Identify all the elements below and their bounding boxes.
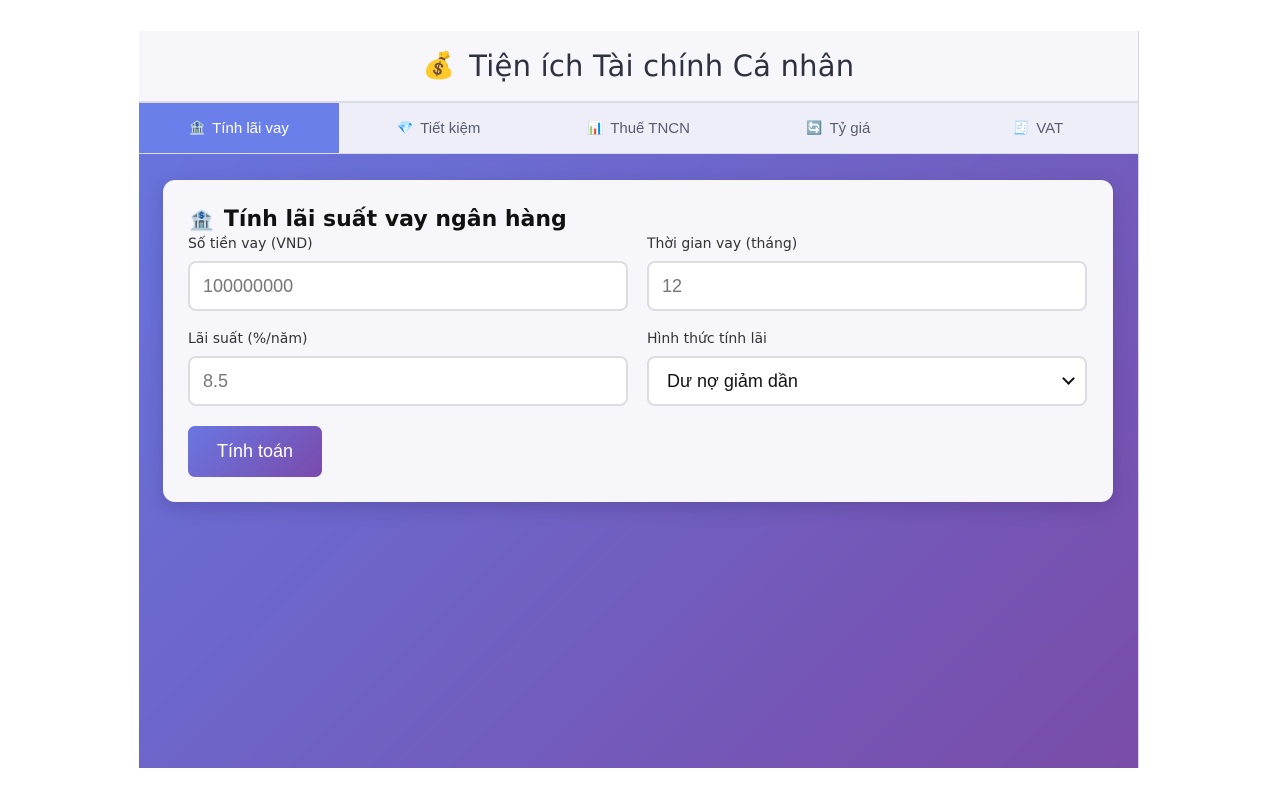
interest-method-value: Dư nợ giảm dần bbox=[667, 370, 798, 391]
exchange-icon: 🔄 bbox=[806, 120, 823, 135]
app-window: 💰 Tiện ích Tài chính Cá nhân 🏦 Tính lãi … bbox=[139, 31, 1139, 768]
calculate-button[interactable]: Tính toán bbox=[188, 426, 322, 477]
tab-label: Tỷ giá bbox=[829, 119, 871, 137]
loan-amount-label: Số tiền vay (VND) bbox=[188, 236, 313, 252]
money-bag-icon: 💰 bbox=[422, 51, 456, 81]
loan-term-label: Thời gian vay (tháng) bbox=[647, 236, 798, 252]
interest-rate-input[interactable] bbox=[188, 356, 628, 406]
tab-savings[interactable]: 💎 Tiết kiệm bbox=[339, 103, 539, 153]
tab-bar: 🏦 Tính lãi vay 💎 Tiết kiệm 📊 Thuế TNCN 🔄… bbox=[139, 103, 1138, 154]
tab-income-tax[interactable]: 📊 Thuế TNCN bbox=[539, 103, 739, 153]
card-title: 🏦 Tính lãi suất vay ngân hàng bbox=[189, 207, 567, 232]
chevron-down-icon bbox=[1062, 372, 1075, 385]
card-title-text: Tính lãi suất vay ngân hàng bbox=[223, 207, 567, 232]
app-header: 💰 Tiện ích Tài chính Cá nhân bbox=[139, 31, 1138, 103]
tab-label: Tính lãi vay bbox=[212, 119, 289, 137]
gem-icon: 💎 bbox=[396, 120, 414, 135]
loan-term-field: Thời gian vay (tháng) bbox=[647, 236, 1087, 311]
interest-rate-label: Lãi suất (%/năm) bbox=[188, 331, 308, 347]
loan-amount-field: Số tiền vay (VND) bbox=[188, 236, 628, 311]
tab-label: Tiết kiệm bbox=[420, 119, 481, 137]
tab-loan-interest[interactable]: 🏦 Tính lãi vay bbox=[139, 103, 339, 153]
bank-icon: 🏦 bbox=[189, 207, 214, 232]
bank-icon: 🏦 bbox=[188, 120, 206, 135]
tab-exchange-rate[interactable]: 🔄 Tỷ giá bbox=[738, 103, 938, 153]
loan-amount-input[interactable] bbox=[188, 261, 628, 311]
interest-method-select[interactable]: Dư nợ giảm dần bbox=[647, 356, 1087, 406]
loan-calculator-card: 🏦 Tính lãi suất vay ngân hàng Số tiền va… bbox=[163, 180, 1113, 502]
page-title: 💰 Tiện ích Tài chính Cá nhân bbox=[423, 49, 855, 83]
tab-label: VAT bbox=[1036, 119, 1064, 137]
page-title-text: Tiện ích Tài chính Cá nhân bbox=[469, 49, 855, 83]
tab-vat[interactable]: 🧾 VAT bbox=[938, 103, 1138, 153]
interest-rate-field: Lãi suất (%/năm) bbox=[188, 331, 628, 406]
receipt-icon: 🧾 bbox=[1013, 120, 1030, 135]
loan-term-input[interactable] bbox=[647, 261, 1087, 311]
tab-label: Thuế TNCN bbox=[610, 119, 690, 137]
bar-chart-icon: 📊 bbox=[587, 120, 604, 135]
interest-method-field: Hình thức tính lãi Dư nợ giảm dần bbox=[647, 331, 1087, 406]
interest-method-label: Hình thức tính lãi bbox=[647, 331, 767, 347]
